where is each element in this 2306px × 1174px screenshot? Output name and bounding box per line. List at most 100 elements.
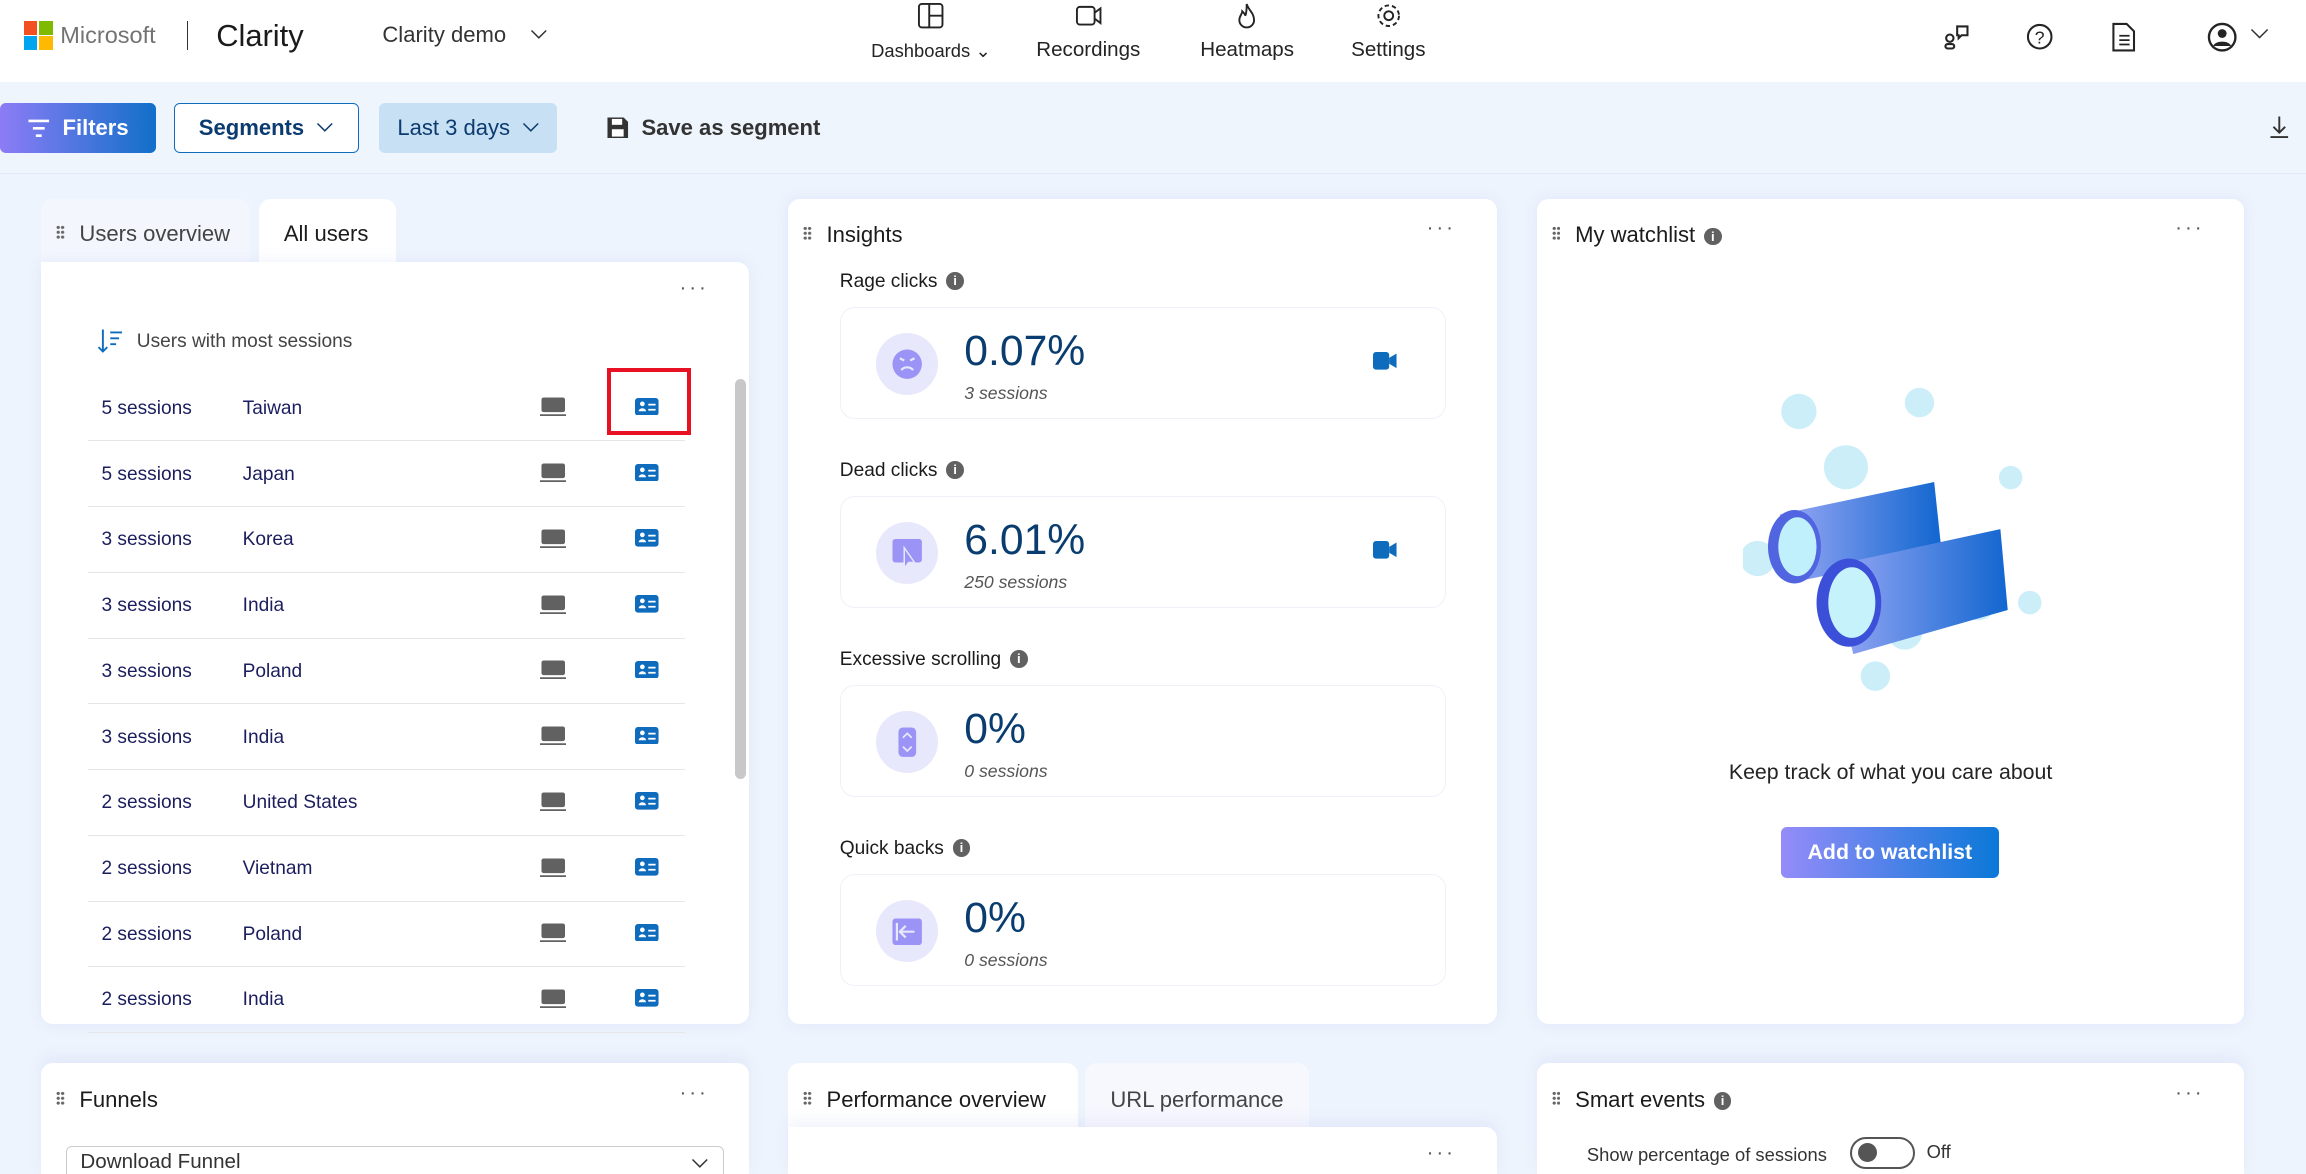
session-count: 2 sessions: [101, 923, 192, 945]
percentage-toggle[interactable]: [1850, 1136, 1915, 1170]
user-card-icon[interactable]: [635, 529, 659, 547]
chevron-down-icon: [691, 1159, 708, 1169]
video-icon[interactable]: [1373, 541, 1397, 560]
feedback-icon[interactable]: [1941, 22, 1970, 51]
table-row[interactable]: 2 sessions United States: [88, 770, 686, 836]
save-as-segment-button[interactable]: Save as segment: [603, 103, 824, 153]
date-range-label: Last 3 days: [397, 114, 511, 140]
more-options-icon[interactable]: ···: [1427, 216, 1456, 240]
info-icon[interactable]: i: [952, 839, 971, 857]
laptop-icon: [539, 595, 567, 614]
clarity-dashboard: Microsoft Clarity Clarity demo Dashboard…: [0, 0, 2306, 1174]
laptop-icon: [539, 529, 567, 548]
title-text: Smart events: [1575, 1086, 1705, 1112]
country: Korea: [242, 529, 294, 551]
nav-settings[interactable]: Settings: [1341, 0, 1435, 82]
account-icon[interactable]: [2206, 21, 2238, 53]
user-card-icon[interactable]: [635, 792, 659, 810]
table-row[interactable]: 5 sessions Japan: [88, 442, 686, 508]
tab-label: Users overview: [79, 220, 231, 246]
session-count: 5 sessions: [101, 463, 192, 485]
more-options-icon[interactable]: ···: [1427, 1141, 1456, 1165]
user-card-icon[interactable]: [635, 660, 659, 679]
date-range-dropdown[interactable]: Last 3 days: [379, 102, 558, 153]
table-row[interactable]: 3 sessions Korea: [88, 507, 686, 573]
funnel-dropdown[interactable]: Download Funnel: [66, 1145, 724, 1174]
table-row[interactable]: 3 sessions India: [88, 573, 686, 639]
country: United States: [242, 792, 358, 814]
insight-sessions: 250 sessions: [964, 572, 1068, 593]
card-title: Smart events i: [1575, 1086, 1732, 1113]
nav-label: Heatmaps: [1200, 38, 1295, 62]
country: Japan: [242, 463, 295, 485]
info-icon[interactable]: i: [1713, 1092, 1732, 1110]
laptop-icon: [539, 792, 567, 811]
sort-label: Users with most sessions: [136, 330, 353, 352]
document-icon[interactable]: [2109, 21, 2138, 53]
video-icon[interactable]: [1373, 352, 1397, 371]
help-icon[interactable]: ?: [2025, 22, 2054, 51]
sort-descending-icon[interactable]: [97, 328, 123, 354]
table-row[interactable]: 3 sessions Poland: [88, 639, 686, 705]
table-row[interactable]: 2 sessions Vietnam: [88, 836, 686, 902]
table-row[interactable]: 3 sessions India: [88, 704, 686, 771]
user-card-icon[interactable]: [635, 726, 659, 745]
add-to-watchlist-button[interactable]: Add to watchlist: [1781, 826, 1999, 878]
empty-state-message: Keep track of what you care about: [1728, 760, 2053, 785]
segments-dropdown[interactable]: Segments: [173, 102, 359, 153]
user-card-icon[interactable]: [635, 595, 659, 613]
tab-url-performance[interactable]: URL performance: [1085, 1063, 1309, 1127]
user-card-icon[interactable]: [635, 989, 659, 1008]
card-title: Insights: [826, 222, 903, 248]
insight-value: 0%: [964, 705, 1026, 754]
tab-label: All users: [283, 220, 369, 246]
brand-text: Microsoft: [60, 22, 156, 49]
funnels-card: Funnels ··· Download Funnel: [41, 1063, 749, 1174]
nav-dashboards[interactable]: Dashboards ⌄: [868, 0, 994, 82]
user-card-icon[interactable]: [635, 857, 659, 876]
performance-card: ···: [788, 1126, 1498, 1174]
insight-value: 6.01%: [964, 516, 1086, 565]
more-options-icon[interactable]: ···: [679, 276, 708, 300]
more-options-icon[interactable]: ···: [679, 1081, 708, 1105]
user-card-icon[interactable]: [635, 923, 659, 942]
info-icon[interactable]: i: [1703, 227, 1722, 246]
filters-button[interactable]: Filters: [0, 102, 156, 153]
filters-label: Filters: [62, 114, 129, 140]
label-text: Excessive scrolling: [839, 648, 1002, 670]
save-segment-label: Save as segment: [641, 114, 821, 140]
insight-tile[interactable]: 0.07% 3 sessions: [839, 307, 1446, 420]
info-icon[interactable]: i: [946, 272, 964, 290]
chevron-down-icon[interactable]: [2250, 28, 2269, 40]
scrollbar[interactable]: [735, 379, 746, 780]
tab-users-overview[interactable]: Users overview: [41, 198, 250, 262]
laptop-icon: [539, 660, 567, 680]
tab-label: URL performance: [1110, 1086, 1284, 1112]
session-count: 2 sessions: [101, 792, 192, 814]
info-icon[interactable]: i: [946, 461, 964, 479]
info-icon[interactable]: i: [1010, 650, 1028, 668]
insight-tile[interactable]: 0% 0 sessions: [839, 874, 1446, 987]
card-title: Funnels: [79, 1086, 158, 1112]
nav-heatmaps[interactable]: Heatmaps: [1191, 0, 1303, 82]
video-icon: [1075, 6, 1102, 26]
label-text: Quick backs: [839, 837, 944, 859]
laptop-icon: [539, 923, 567, 943]
flame-icon: [1238, 4, 1256, 29]
funnel-selected: Download Funnel: [80, 1150, 241, 1174]
table-row[interactable]: 5 sessions Taiwan: [88, 376, 686, 442]
table-row[interactable]: 2 sessions Poland: [88, 902, 686, 968]
more-options-icon[interactable]: ···: [2175, 1081, 2204, 1105]
table-row[interactable]: 2 sessions India: [88, 967, 686, 1034]
user-card-icon[interactable]: [635, 463, 659, 482]
tab-label: Performance overview: [826, 1086, 1046, 1112]
nav-recordings[interactable]: Recordings: [1029, 0, 1147, 82]
insight-tile[interactable]: 0% 0 sessions: [839, 685, 1446, 798]
download-icon[interactable]: [2269, 115, 2290, 139]
project-selector[interactable]: Clarity demo: [382, 22, 547, 48]
tab-all-users[interactable]: All users: [258, 198, 396, 265]
insight-label: Quick backs i: [840, 838, 971, 860]
insight-tile[interactable]: 6.01% 250 sessions: [839, 496, 1446, 609]
more-options-icon[interactable]: ···: [2175, 216, 2204, 240]
product-name[interactable]: Clarity: [216, 18, 303, 54]
